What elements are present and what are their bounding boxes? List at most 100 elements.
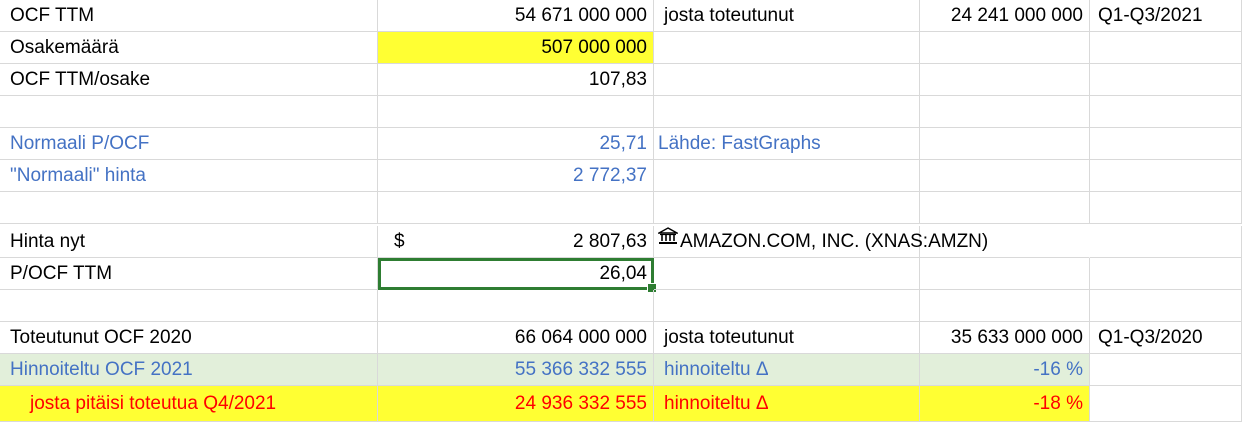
cell-b5[interactable]: 25,71 xyxy=(378,128,654,160)
cell-d2[interactable] xyxy=(920,32,1090,64)
cell-c6[interactable] xyxy=(654,160,920,192)
cell-c2[interactable] xyxy=(654,32,920,64)
cell-d13[interactable]: -18 % xyxy=(920,386,1090,422)
cell-d9[interactable] xyxy=(920,258,1090,290)
table-row: josta pitäisi toteutua Q4/2021 24 936 33… xyxy=(0,386,1242,422)
cell-d6[interactable] xyxy=(920,160,1090,192)
cell-a9[interactable]: P/OCF TTM xyxy=(0,258,378,290)
cell-d7[interactable] xyxy=(920,192,1090,224)
cell-c4[interactable] xyxy=(654,96,920,128)
cell-a5[interactable]: Normaali P/OCF xyxy=(0,128,378,160)
cell-d3[interactable] xyxy=(920,64,1090,96)
cell-e3[interactable] xyxy=(1090,64,1242,96)
cell-e8[interactable] xyxy=(1090,226,1242,258)
cell-text: P/OCF TTM xyxy=(10,263,113,284)
cell-c3[interactable] xyxy=(654,64,920,96)
cell-text: hinnoiteltu Δ xyxy=(664,359,769,380)
cell-c7[interactable] xyxy=(654,192,920,224)
cell-text: hinnoiteltu Δ xyxy=(664,393,769,414)
cell-a10[interactable] xyxy=(0,290,378,322)
cell-d1[interactable]: 24 241 000 000 xyxy=(920,0,1090,32)
cell-a12[interactable]: Hinnoiteltu OCF 2021 xyxy=(0,354,378,386)
cell-text: 24 241 000 000 xyxy=(950,5,1083,26)
cell-a2[interactable]: Osakemäärä xyxy=(0,32,378,64)
cell-e7[interactable] xyxy=(1090,192,1242,224)
cell-text: OCF TTM xyxy=(10,5,95,26)
cell-c9[interactable] xyxy=(654,258,920,290)
cell-e1[interactable]: Q1-Q3/2021 xyxy=(1090,0,1242,32)
cell-e13[interactable] xyxy=(1090,386,1242,422)
cell-text: 2 772,37 xyxy=(573,165,647,186)
cell-c12[interactable]: hinnoiteltu Δ xyxy=(654,354,920,386)
cell-b3[interactable]: 107,83 xyxy=(378,64,654,96)
cell-b2[interactable]: 507 000 000 xyxy=(378,32,654,64)
cell-text: Normaali P/OCF xyxy=(10,133,150,154)
cell-b1[interactable]: 54 671 000 000 xyxy=(378,0,654,32)
cell-d11[interactable]: 35 633 000 000 xyxy=(920,322,1090,354)
cell-d5[interactable] xyxy=(920,128,1090,160)
cell-text: 54 671 000 000 xyxy=(514,5,647,26)
table-row xyxy=(0,96,1242,128)
cell-text: Lähde: FastGraphs xyxy=(658,133,821,154)
cell-a13[interactable]: josta pitäisi toteutua Q4/2021 xyxy=(0,386,378,422)
cell-b12[interactable]: 55 366 332 555 xyxy=(378,354,654,386)
table-row: P/OCF TTM 26,04 xyxy=(0,258,1242,293)
table-row: Normaali P/OCF 25,71 Lähde: FastGraphs xyxy=(0,128,1242,160)
cell-e12[interactable] xyxy=(1090,354,1242,386)
cell-text: Hinta nyt xyxy=(10,231,85,252)
cell-a1[interactable]: OCF TTM xyxy=(0,0,378,32)
bank-icon[interactable] xyxy=(656,224,680,256)
cell-c11[interactable]: josta toteutunut xyxy=(654,322,920,354)
cell-text: 507 000 000 xyxy=(541,37,647,58)
cell-c13[interactable]: hinnoiteltu Δ xyxy=(654,386,920,422)
cell-a7[interactable] xyxy=(0,192,378,224)
cell-a8[interactable]: Hinta nyt xyxy=(0,226,378,258)
cell-text: Q1-Q3/2020 xyxy=(1098,327,1203,348)
cell-e4[interactable] xyxy=(1090,96,1242,128)
selected-cell-b9[interactable]: 26,04 xyxy=(378,258,657,293)
table-row: Hinta nyt $ 2 807,63 AMAZON.COM, INC. (X… xyxy=(0,226,1242,258)
cell-text: "Normaali" hinta xyxy=(10,165,146,186)
cell-d10[interactable] xyxy=(920,290,1090,322)
table-row xyxy=(0,192,1242,224)
cell-e10[interactable] xyxy=(1090,290,1242,322)
cell-text: 25,71 xyxy=(599,133,647,154)
cell-b13[interactable]: 24 936 332 555 xyxy=(378,386,654,422)
cell-d4[interactable] xyxy=(920,96,1090,128)
cell-b6[interactable]: 2 772,37 xyxy=(378,160,654,192)
cell-c5[interactable]: Lähde: FastGraphs xyxy=(654,128,920,160)
cell-e6[interactable] xyxy=(1090,160,1242,192)
cell-c10[interactable] xyxy=(654,290,920,322)
cell-text: -16 % xyxy=(1033,359,1083,380)
cell-text: -18 % xyxy=(1033,393,1083,414)
cell-text: 55 366 332 555 xyxy=(514,359,647,380)
currency-symbol: $ xyxy=(394,231,405,252)
cell-a11[interactable]: Toteutunut OCF 2020 xyxy=(0,322,378,354)
cell-text: OCF TTM/osake xyxy=(10,69,151,90)
cell-c1[interactable]: josta toteutunut xyxy=(654,0,920,32)
cell-c8[interactable]: AMAZON.COM, INC. (XNAS:AMZN) xyxy=(654,224,988,258)
cell-e9[interactable] xyxy=(1090,258,1242,290)
cell-b10[interactable] xyxy=(378,290,654,322)
cell-d12[interactable]: -16 % xyxy=(920,354,1090,386)
table-row: Toteutunut OCF 2020 66 064 000 000 josta… xyxy=(0,322,1242,354)
spreadsheet-grid: OCF TTM 54 671 000 000 josta toteutunut … xyxy=(0,0,1242,426)
cell-d8[interactable] xyxy=(920,226,1090,258)
cell-e2[interactable] xyxy=(1090,32,1242,64)
cell-e11[interactable]: Q1-Q3/2020 xyxy=(1090,322,1242,354)
cell-a6[interactable]: "Normaali" hinta xyxy=(0,160,378,192)
table-row: Osakemäärä 507 000 000 xyxy=(0,32,1242,64)
cell-b11[interactable]: 66 064 000 000 xyxy=(378,322,654,354)
cell-b4[interactable] xyxy=(378,96,654,128)
cell-text: Hinnoiteltu OCF 2021 xyxy=(10,359,193,380)
cell-text: 24 936 332 555 xyxy=(514,393,647,414)
cell-text: Toteutunut OCF 2020 xyxy=(10,327,192,348)
cell-a4[interactable] xyxy=(0,96,378,128)
cell-b7[interactable] xyxy=(378,192,654,224)
cell-a3[interactable]: OCF TTM/osake xyxy=(0,64,378,96)
cell-text: Osakemäärä xyxy=(10,37,119,58)
cell-e5[interactable] xyxy=(1090,128,1242,160)
cell-text: 35 633 000 000 xyxy=(950,327,1083,348)
cell-b8[interactable]: $ 2 807,63 xyxy=(378,226,654,258)
cell-text: josta pitäisi toteutua Q4/2021 xyxy=(30,393,277,414)
